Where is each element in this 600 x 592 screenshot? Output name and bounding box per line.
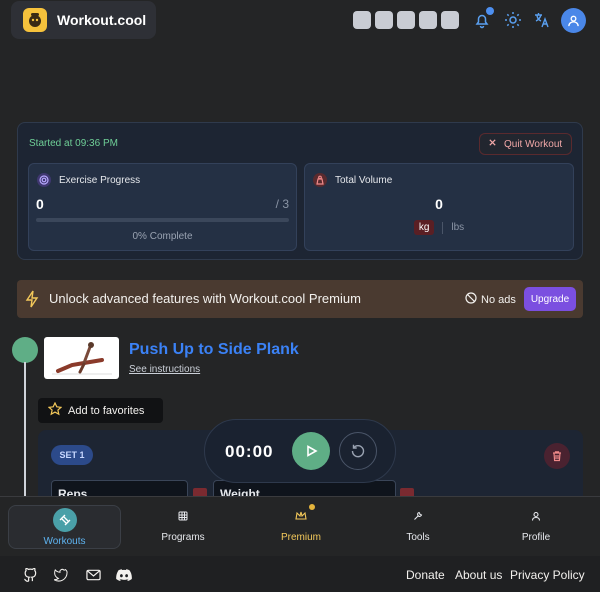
loading-placeholder [397,11,415,29]
nav-premium[interactable]: Premium [266,497,336,557]
user-icon [531,511,541,524]
no-ads-label: No ads [465,292,516,307]
timeline-line [24,362,26,502]
mail-icon[interactable] [85,567,101,583]
nav-workouts[interactable]: Workouts [8,505,121,549]
sun-icon[interactable] [501,8,525,32]
workout-session-card: Started at 09:36 PM Quit Workout Exercis… [17,122,583,260]
bottom-navigation: Workouts Programs Premium Tools Profile [0,496,600,556]
nav-programs-label: Programs [161,532,205,543]
upgrade-button[interactable]: Upgrade [524,287,576,311]
premium-indicator-dot [309,504,315,510]
header: Workout.cool [0,0,600,42]
add-to-favorites-button[interactable]: Add to favorites [38,398,163,423]
exercise-progress-header: Exercise Progress [37,173,140,187]
total-volume-value: 0 [435,196,443,212]
nav-profile-label: Profile [521,532,551,543]
donate-link[interactable]: Donate [406,568,445,582]
crown-icon [295,511,307,524]
nav-tools[interactable]: Tools [383,497,453,557]
rest-timer: 00:00 [204,419,396,483]
reset-timer-button[interactable] [339,432,377,470]
quit-workout-label: Quit Workout [504,138,563,150]
exercise-progress-total: / 3 [275,197,289,211]
see-instructions-link[interactable]: See instructions [129,364,200,375]
loading-placeholder [353,11,371,29]
github-icon[interactable] [22,567,38,583]
progress-percent: 0% Complete [132,231,193,242]
add-to-favorites-label: Add to favorites [68,404,145,417]
progress-bar [36,218,289,222]
brand-home-link[interactable]: Workout.cool [11,1,156,39]
nav-tools-label: Tools [406,532,430,543]
set-badge: SET 1 [51,445,93,465]
nav-programs[interactable]: Programs [148,497,218,557]
grid-icon [178,511,188,524]
nav-workouts-label: Workouts [43,536,86,547]
premium-banner: Unlock advanced features with Workout.co… [17,280,583,318]
loading-placeholder [441,11,459,29]
footer: Donate About us Privacy Policy [0,556,600,592]
exercise-progress-card: Exercise Progress 0 / 3 0% Complete [28,163,297,251]
timeline-step-indicator [12,337,38,363]
play-button[interactable] [292,432,330,470]
premium-banner-text: Unlock advanced features with Workout.co… [49,291,361,306]
loading-placeholder [375,11,393,29]
exercise-progress-title: Exercise Progress [59,174,141,186]
timer-display: 00:00 [225,442,274,461]
total-volume-card: Total Volume 0 kg lbs [304,163,574,251]
about-us-link[interactable]: About us [455,568,502,582]
no-ads-icon [465,292,477,307]
brand-name: Workout.cool [57,12,147,28]
exercise-thumbnail[interactable] [44,337,119,379]
lightning-icon [24,290,40,313]
unit-divider [442,221,444,234]
nav-premium-label: Premium [280,532,321,543]
notification-dot [486,7,494,15]
unit-kg-button[interactable]: kg [413,220,435,235]
translate-icon[interactable] [530,8,554,32]
target-icon [37,173,51,187]
quit-workout-button[interactable]: Quit Workout [479,133,572,155]
twitter-icon[interactable] [53,567,69,583]
wrench-icon [413,511,423,524]
unit-lbs-button[interactable]: lbs [451,222,464,233]
exercise-title[interactable]: Push Up to Side Plank [129,341,299,359]
kettlebell-icon [23,8,47,32]
total-volume-title: Total Volume [335,174,393,186]
nav-profile[interactable]: Profile [501,497,571,557]
star-icon [47,401,63,419]
no-ads-text: No ads [481,293,516,306]
total-volume-header: Total Volume [313,173,392,187]
privacy-policy-link[interactable]: Privacy Policy [510,568,585,582]
unit-toggle: kg lbs [305,220,573,235]
loading-placeholder [419,11,437,29]
exercise-progress-value: 0 [36,196,44,212]
bell-icon[interactable] [470,7,494,32]
discord-icon[interactable] [116,567,132,583]
weight-icon [313,173,327,187]
started-time: Started at 09:36 PM [29,138,118,149]
trash-icon[interactable] [544,443,570,469]
close-icon [488,138,497,150]
user-icon[interactable] [561,8,586,33]
dumbbell-icon [52,508,77,532]
